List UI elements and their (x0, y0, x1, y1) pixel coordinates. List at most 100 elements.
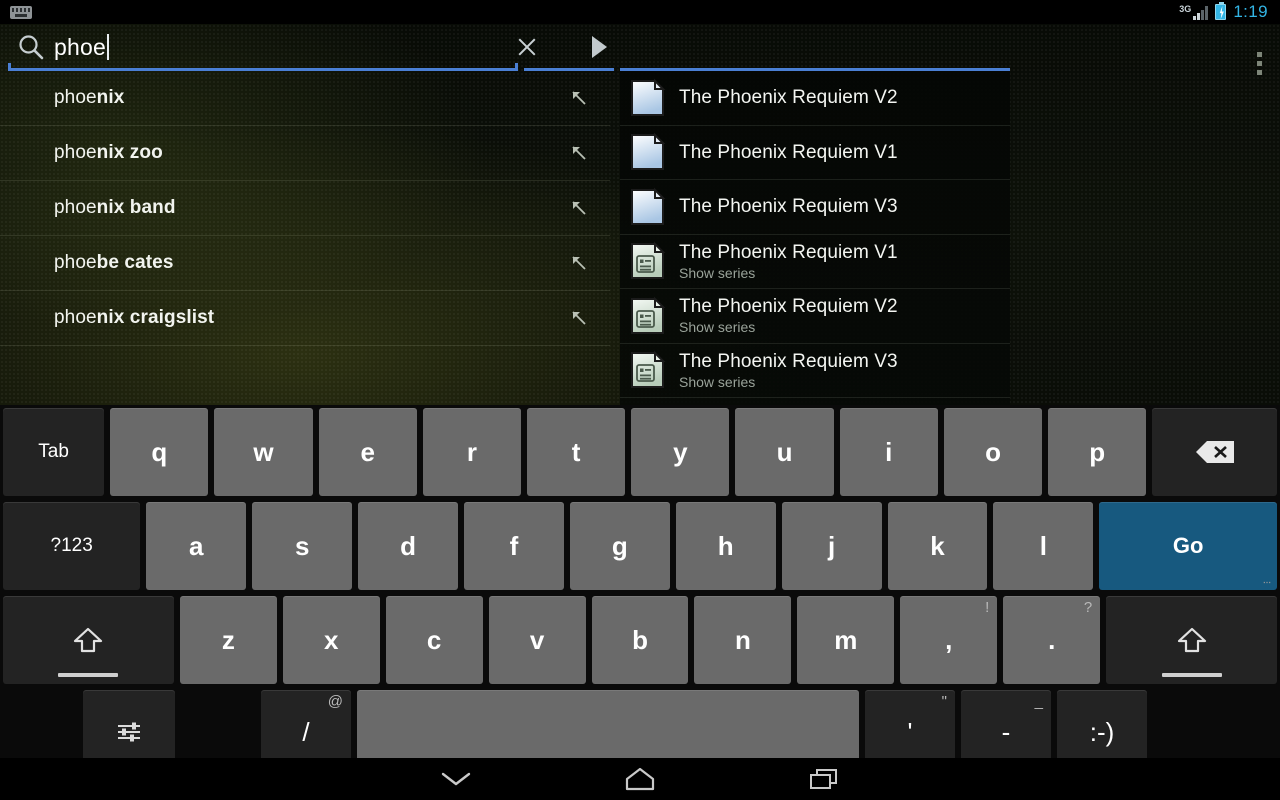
key-w[interactable]: w (214, 408, 313, 496)
key-tab[interactable]: Tab (3, 408, 105, 496)
key-q[interactable]: q (110, 408, 209, 496)
key-label: n (734, 624, 751, 655)
key-backspace[interactable] (1152, 408, 1278, 496)
key-h[interactable]: h (675, 502, 776, 590)
key-o[interactable]: o (943, 408, 1043, 496)
key-label: c (426, 624, 442, 655)
key-hint-label: ! (985, 599, 990, 616)
key-go[interactable]: Go ⋯ (1099, 502, 1278, 590)
result-item[interactable]: The Phoenix Requiem V1 (620, 126, 1010, 180)
clear-search-button[interactable] (494, 24, 560, 70)
soft-keyboard: Tab q w e r t y u i o p ?123 a s d f g h j k l Go ⋯ z x c v b n m,!… (0, 405, 1280, 774)
shift-icon (74, 627, 103, 653)
arrow-up-left-icon[interactable] (570, 254, 588, 272)
suggestion-item[interactable]: phoenix craigslist (0, 291, 610, 346)
nav-recents[interactable] (796, 758, 852, 800)
key-r[interactable]: r (422, 408, 522, 496)
key-label: ?123 (50, 535, 93, 556)
series-document-icon (631, 296, 666, 334)
nav-hide-keyboard[interactable] (428, 758, 484, 800)
arrow-up-left-icon[interactable] (570, 199, 588, 217)
suggestion-item[interactable]: phoenix zoo (0, 126, 610, 181)
key-label: p (1089, 436, 1106, 467)
result-item[interactable]: The Phoenix Requiem V1 Show series (620, 235, 1010, 289)
key-comma[interactable]: ,! (900, 596, 998, 684)
keyboard-row-2: ?123 a s d f g h j k l Go ⋯ (0, 499, 1280, 593)
status-bar-right[interactable]: 3G 1:19 (1179, 2, 1280, 22)
key-a[interactable]: a (146, 502, 247, 590)
overflow-menu-icon[interactable] (1257, 52, 1262, 75)
settings-sliders-icon (118, 722, 140, 742)
document-icon (631, 187, 666, 225)
key-hint-label: _ (1034, 693, 1043, 710)
key-label: k (930, 530, 945, 561)
key-k[interactable]: k (887, 502, 988, 590)
key-label: m (834, 624, 858, 655)
key-m[interactable]: m (797, 596, 895, 684)
key-z[interactable]: z (179, 596, 277, 684)
key-d[interactable]: d (358, 502, 459, 590)
key-label: a (189, 530, 204, 561)
result-item[interactable]: The Phoenix Requiem V2 Show series (620, 289, 1010, 344)
key-f[interactable]: f (464, 502, 564, 590)
result-texts: The Phoenix Requiem V1 Show series (679, 241, 898, 282)
result-title: The Phoenix Requiem V2 (679, 296, 898, 318)
key-v[interactable]: v (488, 596, 586, 684)
suggestion-item[interactable]: phoebe cates (0, 236, 610, 291)
submit-search-button[interactable] (560, 24, 638, 70)
status-bar-left (0, 5, 32, 19)
close-icon (516, 36, 538, 58)
suggestion-label: phoenix craigslist (54, 307, 215, 328)
recents-icon (810, 769, 837, 789)
series-document-icon (631, 241, 666, 280)
network-type-label: 3G (1179, 3, 1192, 14)
key-s[interactable]: s (252, 502, 353, 590)
key-shift-left[interactable] (3, 596, 174, 684)
key-label: :-) (1089, 716, 1115, 747)
key-e[interactable]: e (318, 408, 417, 496)
suggestion-label: phoenix band (54, 197, 176, 218)
key-hint-label: " (941, 693, 947, 710)
arrow-up-left-icon[interactable] (570, 309, 588, 327)
result-subtitle: Show series (679, 319, 756, 336)
status-bar: 3G 1:19 (0, 0, 1280, 24)
search-query-text: phoe (54, 33, 106, 60)
suggestion-item[interactable]: phoenix band (0, 181, 610, 236)
result-texts: The Phoenix Requiem V2 Show series (679, 295, 898, 336)
key-y[interactable]: y (631, 408, 730, 496)
key-g[interactable]: g (569, 502, 670, 590)
suggestion-item[interactable]: phoenix (0, 71, 610, 126)
result-item[interactable]: The Phoenix Requiem V3 (620, 180, 1010, 235)
key-p[interactable]: p (1048, 408, 1147, 496)
key-t[interactable]: t (527, 408, 626, 496)
key-i[interactable]: i (839, 408, 938, 496)
key-u[interactable]: u (735, 408, 834, 496)
nav-home[interactable] (612, 758, 668, 800)
signal-bars-icon: 3G (1179, 3, 1209, 20)
series-document-icon (631, 350, 666, 389)
key-label: h (717, 530, 734, 561)
key-l[interactable]: l (993, 502, 1094, 590)
key-period[interactable]: .? (1003, 596, 1101, 684)
key-label: Go (1172, 533, 1204, 558)
key-label: j (828, 530, 836, 561)
result-item[interactable]: The Phoenix Requiem V2 (620, 71, 1010, 126)
key-c[interactable]: c (385, 596, 483, 684)
key-hint-label: ? (1083, 599, 1093, 616)
result-title: The Phoenix Requiem V1 (679, 241, 898, 263)
result-item[interactable]: The Phoenix Requiem V3 Show series (620, 344, 1010, 398)
battery-charging-icon (1215, 2, 1227, 20)
arrow-up-left-icon[interactable] (570, 89, 588, 107)
key-j[interactable]: j (781, 502, 882, 590)
search-input[interactable]: phoe (54, 24, 484, 70)
key-n[interactable]: n (694, 596, 792, 684)
key-label: e (360, 436, 375, 467)
key-x[interactable]: x (282, 596, 380, 684)
key-label: s (294, 530, 310, 561)
key-shift-right[interactable] (1106, 596, 1278, 684)
arrow-up-left-icon[interactable] (570, 144, 588, 162)
shift-lock-bar (1161, 673, 1222, 677)
key-b[interactable]: b (591, 596, 689, 684)
key-symbols[interactable]: ?123 (3, 502, 141, 590)
key-label: q (151, 436, 168, 467)
